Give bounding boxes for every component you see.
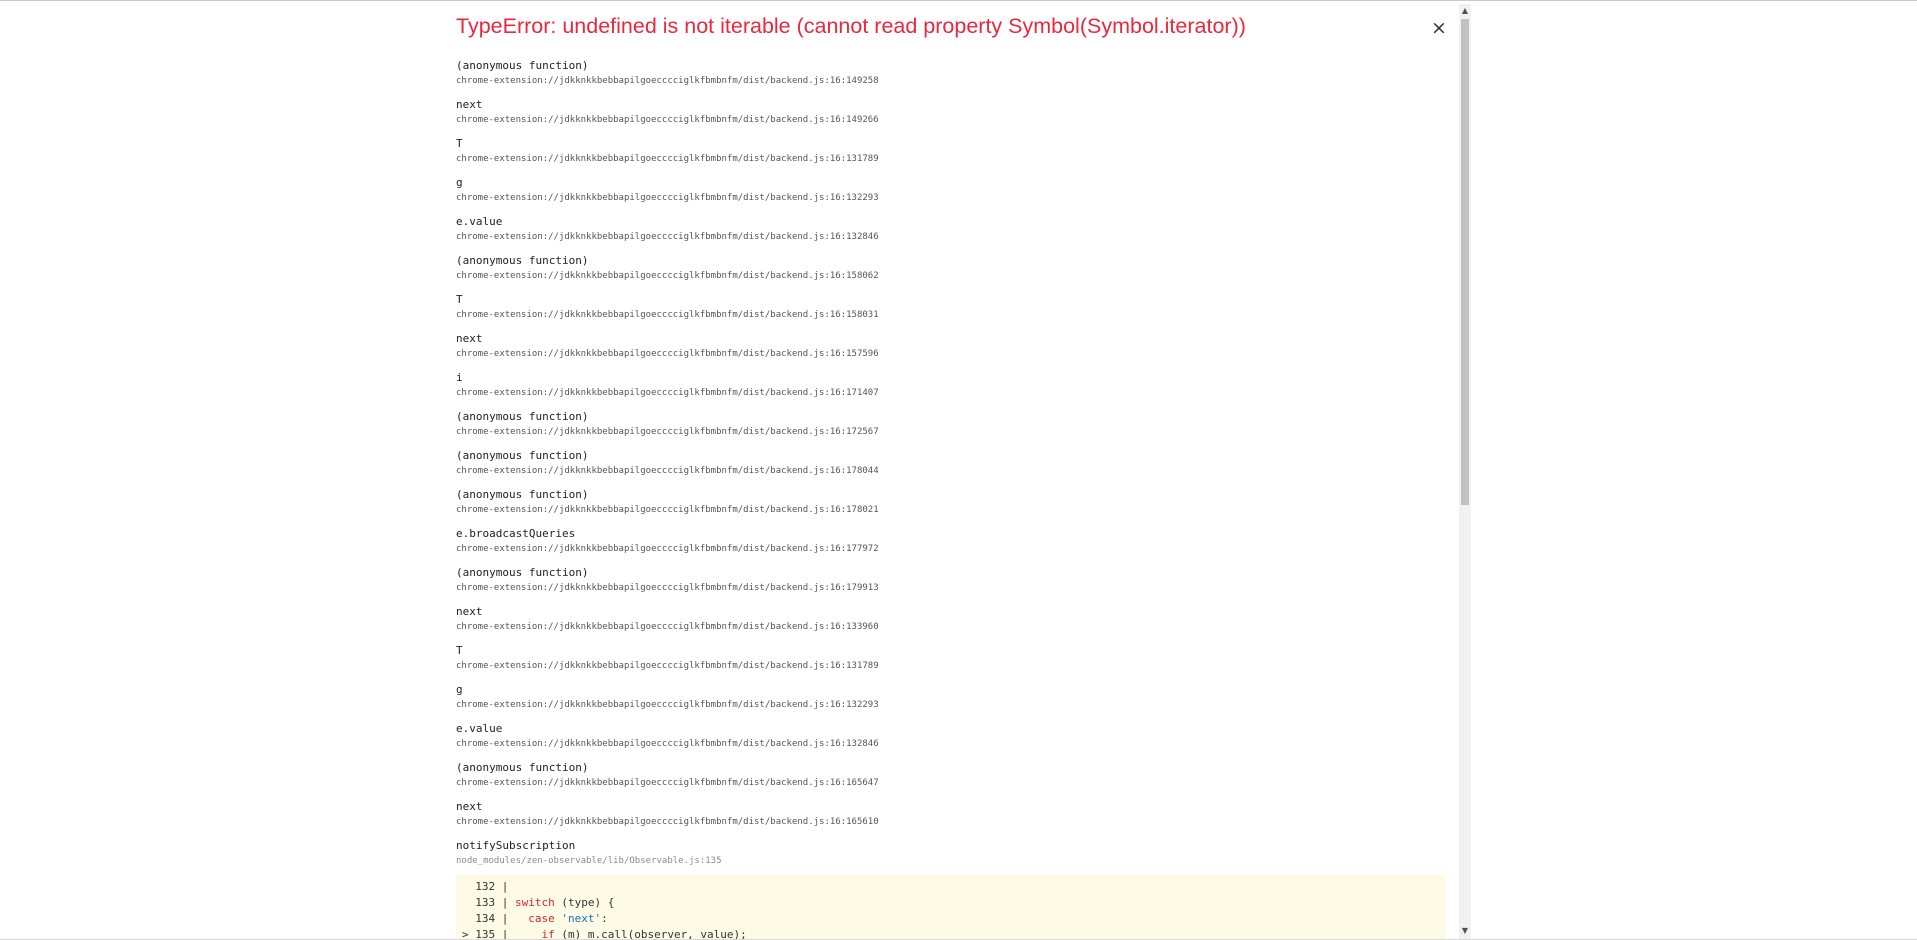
stack-frame: (anonymous function) chrome-extension://… <box>456 488 1446 527</box>
stack-frame: (anonymous function) chrome-extension://… <box>456 410 1446 449</box>
stack-frame: next chrome-extension://jdkknkkbebbapilg… <box>456 332 1446 371</box>
stack-frame: g chrome-extension://jdkknkkbebbapilgoec… <box>456 683 1446 722</box>
stack-frame: (anonymous function) chrome-extension://… <box>456 449 1446 488</box>
stack-frame-location: chrome-extension://jdkknkkbebbapilgoeccc… <box>456 154 879 164</box>
code-line: 132 | <box>456 879 1446 895</box>
stack-frame: (anonymous function) chrome-extension://… <box>456 254 1446 293</box>
stack-frame-function: next <box>456 332 483 345</box>
error-title: TypeError: undefined is not iterable (ca… <box>456 14 1246 38</box>
stack-frame-function: T <box>456 293 463 306</box>
stack-frame: i chrome-extension://jdkknkkbebbapilgoec… <box>456 371 1446 410</box>
stack-frame-location: chrome-extension://jdkknkkbebbapilgoeccc… <box>456 466 879 476</box>
stack-frame-location: chrome-extension://jdkknkkbebbapilgoeccc… <box>456 271 879 281</box>
stack-frame-function: (anonymous function) <box>456 488 589 501</box>
stack-frame-function: next <box>456 800 483 813</box>
stack-frame-location: chrome-extension://jdkknkkbebbapilgoeccc… <box>456 115 879 125</box>
vertical-scrollbar[interactable]: ▲ ▼ <box>1459 4 1471 940</box>
stack-frame-function: (anonymous function) <box>456 254 589 267</box>
page-top-border <box>0 0 1917 1</box>
stack-frame-location: chrome-extension://jdkknkkbebbapilgoeccc… <box>456 232 879 242</box>
stack-frame-function: T <box>456 644 463 657</box>
scroll-up-icon[interactable]: ▲ <box>1459 4 1471 18</box>
stack-frame-location: chrome-extension://jdkknkkbebbapilgoeccc… <box>456 778 879 788</box>
stack-frame-function: g <box>456 176 463 189</box>
stack-frame: next chrome-extension://jdkknkkbebbapilg… <box>456 98 1446 137</box>
error-overlay: TypeError: undefined is not iterable (ca… <box>444 4 1471 940</box>
code-line: 134 | case 'next': <box>456 911 1446 927</box>
stack-frame-function: notifySubscription <box>456 839 576 852</box>
stack-frame-location: chrome-extension://jdkknkkbebbapilgoeccc… <box>456 193 879 203</box>
stack-frame: T chrome-extension://jdkknkkbebbapilgoec… <box>456 137 1446 176</box>
stack-frame: (anonymous function) chrome-extension://… <box>456 566 1446 605</box>
stack-frame-location: chrome-extension://jdkknkkbebbapilgoeccc… <box>456 661 879 671</box>
stack-trace: (anonymous function) chrome-extension://… <box>456 59 1446 878</box>
stack-frame-location: chrome-extension://jdkknkkbebbapilgoeccc… <box>456 310 879 320</box>
close-icon[interactable]: × <box>1427 16 1451 40</box>
stack-frame-location: chrome-extension://jdkknkkbebbapilgoeccc… <box>456 505 879 515</box>
stack-frame-location: chrome-extension://jdkknkkbebbapilgoeccc… <box>456 388 879 398</box>
stack-frame-function: e.broadcastQueries <box>456 527 576 540</box>
stack-frame-function: (anonymous function) <box>456 59 589 72</box>
stack-frame-location: chrome-extension://jdkknkkbebbapilgoeccc… <box>456 544 879 554</box>
stack-frame-function: i <box>456 371 463 384</box>
stack-frame: e.value chrome-extension://jdkknkkbebbap… <box>456 722 1446 761</box>
stack-frame: next chrome-extension://jdkknkkbebbapilg… <box>456 800 1446 839</box>
code-text: (type) { <box>554 896 615 909</box>
stack-frame: g chrome-extension://jdkknkkbebbapilgoec… <box>456 176 1446 215</box>
stack-frame-function: g <box>456 683 463 696</box>
stack-frame: e.broadcastQueries chrome-extension://jd… <box>456 527 1446 566</box>
code-line-number: 132 | <box>462 880 509 893</box>
stack-frame-app: notifySubscription node_modules/zen-obse… <box>456 839 1446 878</box>
stack-frame-function: e.value <box>456 722 503 735</box>
stack-frame: (anonymous function) chrome-extension://… <box>456 59 1446 98</box>
stack-frame-function: (anonymous function) <box>456 410 589 423</box>
stack-frame-location: node_modules/zen-observable/lib/Observab… <box>456 856 722 866</box>
stack-frame: next chrome-extension://jdkknkkbebbapilg… <box>456 605 1446 644</box>
code-keyword: switch <box>514 896 555 909</box>
stack-frame-function: (anonymous function) <box>456 566 589 579</box>
stack-frame: e.value chrome-extension://jdkknkkbebbap… <box>456 215 1446 254</box>
stack-frame-function: e.value <box>456 215 503 228</box>
stack-frame-location: chrome-extension://jdkknkkbebbapilgoeccc… <box>456 622 879 632</box>
stack-frame-function: next <box>456 605 483 618</box>
stack-frame-location: chrome-extension://jdkknkkbebbapilgoeccc… <box>456 76 879 86</box>
scroll-down-icon[interactable]: ▼ <box>1459 924 1471 938</box>
code-string: 'next' <box>561 912 602 925</box>
code-keyword: case <box>528 912 555 925</box>
code-line: 133 | switch (type) { <box>456 895 1446 911</box>
stack-frame: T chrome-extension://jdkknkkbebbapilgoec… <box>456 293 1446 332</box>
stack-frame-function: (anonymous function) <box>456 449 589 462</box>
stack-frame-location: chrome-extension://jdkknkkbebbapilgoeccc… <box>456 739 879 749</box>
stack-frame-location: chrome-extension://jdkknkkbebbapilgoeccc… <box>456 700 879 710</box>
code-snippet: 132 | 133 | switch (type) { 134 | case '… <box>456 875 1446 940</box>
stack-frame-location: chrome-extension://jdkknkkbebbapilgoeccc… <box>456 817 879 827</box>
stack-frame-function: (anonymous function) <box>456 761 589 774</box>
stack-frame: T chrome-extension://jdkknkkbebbapilgoec… <box>456 644 1446 683</box>
stack-frame: (anonymous function) chrome-extension://… <box>456 761 1446 800</box>
scrollbar-thumb[interactable] <box>1461 19 1469 505</box>
stack-frame-location: chrome-extension://jdkknkkbebbapilgoeccc… <box>456 583 879 593</box>
stack-frame-function: T <box>456 137 463 150</box>
stack-frame-location: chrome-extension://jdkknkkbebbapilgoeccc… <box>456 427 879 437</box>
code-line-number: 133 | <box>462 896 515 909</box>
code-text: : <box>601 912 608 925</box>
stack-frame-location: chrome-extension://jdkknkkbebbapilgoeccc… <box>456 349 879 359</box>
stack-frame-function: next <box>456 98 483 111</box>
code-line-number: 134 | <box>462 912 529 925</box>
